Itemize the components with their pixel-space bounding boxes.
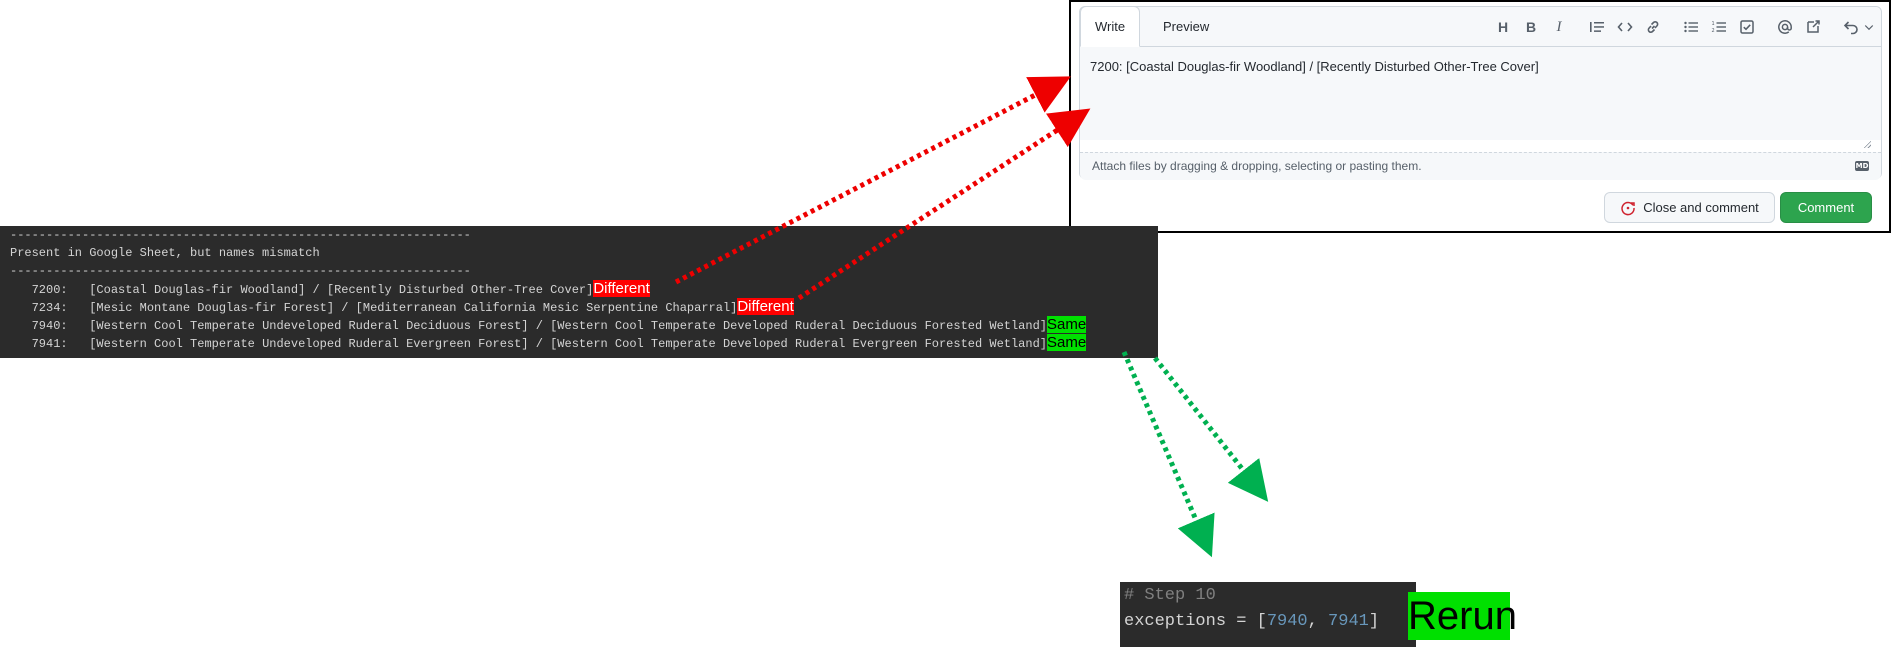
code-snippet: # Step 10 exceptions = [7940, 7941] bbox=[1120, 582, 1416, 647]
svg-text:1: 1 bbox=[1712, 21, 1715, 27]
code-line: exceptions = [7940, 7941] bbox=[1124, 612, 1380, 631]
editor-tabs: Write Preview H B I 12 bbox=[1080, 6, 1881, 47]
row-id: 7234: bbox=[31, 301, 68, 315]
github-comment-panel: Write Preview H B I 12 7200: [Coastal Do… bbox=[1069, 0, 1891, 233]
unordered-list-icon[interactable] bbox=[1679, 15, 1703, 39]
tab-write[interactable]: Write bbox=[1080, 6, 1141, 47]
row-names: [Western Cool Temperate Undeveloped Rude… bbox=[89, 337, 1047, 351]
code-icon[interactable] bbox=[1613, 15, 1637, 39]
terminal-row: 7940: [Western Cool Temperate Undevelope… bbox=[10, 316, 1087, 334]
different-badge: Different bbox=[593, 280, 650, 297]
terminal-row: 7941: [Western Cool Temperate Undevelope… bbox=[10, 334, 1087, 352]
green-arrow-to-code bbox=[1121, 351, 1215, 558]
tab-preview[interactable]: Preview bbox=[1149, 7, 1223, 47]
reference-icon[interactable] bbox=[1801, 15, 1825, 39]
markdown-icon[interactable]: MD bbox=[1855, 161, 1869, 171]
row-id: 7940: bbox=[31, 319, 68, 333]
exception-7941: 7941 bbox=[1328, 612, 1369, 631]
row-names: [Mesic Montane Douglas-fir Forest] / [Me… bbox=[89, 301, 738, 315]
terminal-output: ----------------------------------------… bbox=[0, 226, 1158, 358]
close-and-comment-label: Close and comment bbox=[1643, 200, 1759, 215]
close-and-comment-button[interactable]: Close and comment bbox=[1604, 192, 1775, 223]
rerun-label: Rerun bbox=[1408, 592, 1517, 640]
green-arrow-right bbox=[1153, 356, 1269, 502]
comment-editor: Write Preview H B I 12 7200: [Coastal Do… bbox=[1079, 6, 1882, 180]
ordered-list-icon[interactable]: 12 bbox=[1707, 15, 1731, 39]
heading-icon[interactable]: H bbox=[1491, 15, 1515, 39]
undo-icon[interactable] bbox=[1839, 15, 1863, 39]
issue-closed-icon bbox=[1621, 201, 1635, 215]
markdown-toolbar: H B I 12 bbox=[1487, 15, 1875, 39]
chevron-down-icon[interactable] bbox=[1863, 15, 1875, 39]
italic-icon[interactable]: I bbox=[1547, 15, 1571, 39]
same-badge: Same bbox=[1047, 334, 1087, 351]
attach-hint-text: Attach files by dragging & dropping, sel… bbox=[1092, 159, 1422, 173]
comment-button[interactable]: Comment bbox=[1780, 192, 1872, 223]
same-badge: Same bbox=[1047, 316, 1087, 333]
svg-text:2: 2 bbox=[1712, 28, 1715, 34]
bold-icon[interactable]: B bbox=[1519, 15, 1543, 39]
comment-textarea[interactable]: 7200: [Coastal Douglas-fir Woodland] / [… bbox=[1080, 47, 1881, 140]
resize-handle[interactable] bbox=[1863, 140, 1871, 148]
link-icon[interactable] bbox=[1641, 15, 1665, 39]
separator-line: ----------------------------------------… bbox=[10, 228, 471, 242]
row-id: 7200: bbox=[31, 283, 68, 297]
exception-7940: 7940 bbox=[1266, 612, 1308, 631]
terminal-row: 7200: [Coastal Douglas-fir Woodland] / [… bbox=[10, 280, 650, 298]
different-badge: Different bbox=[737, 298, 794, 315]
code-comment: # Step 10 bbox=[1124, 586, 1216, 605]
row-names: [Western Cool Temperate Undeveloped Rude… bbox=[89, 319, 1047, 333]
mention-icon[interactable] bbox=[1773, 15, 1797, 39]
attach-files-area[interactable]: Attach files by dragging & dropping, sel… bbox=[1080, 152, 1881, 180]
row-names: [Coastal Douglas-fir Woodland] / [Recent… bbox=[89, 283, 594, 297]
terminal-row: 7234: [Mesic Montane Douglas-fir Forest]… bbox=[10, 298, 794, 316]
separator-line: ----------------------------------------… bbox=[10, 264, 471, 278]
task-list-icon[interactable] bbox=[1735, 15, 1759, 39]
mismatch-heading: Present in Google Sheet, but names misma… bbox=[10, 246, 320, 260]
quote-icon[interactable] bbox=[1585, 15, 1609, 39]
row-id: 7941: bbox=[31, 337, 68, 351]
